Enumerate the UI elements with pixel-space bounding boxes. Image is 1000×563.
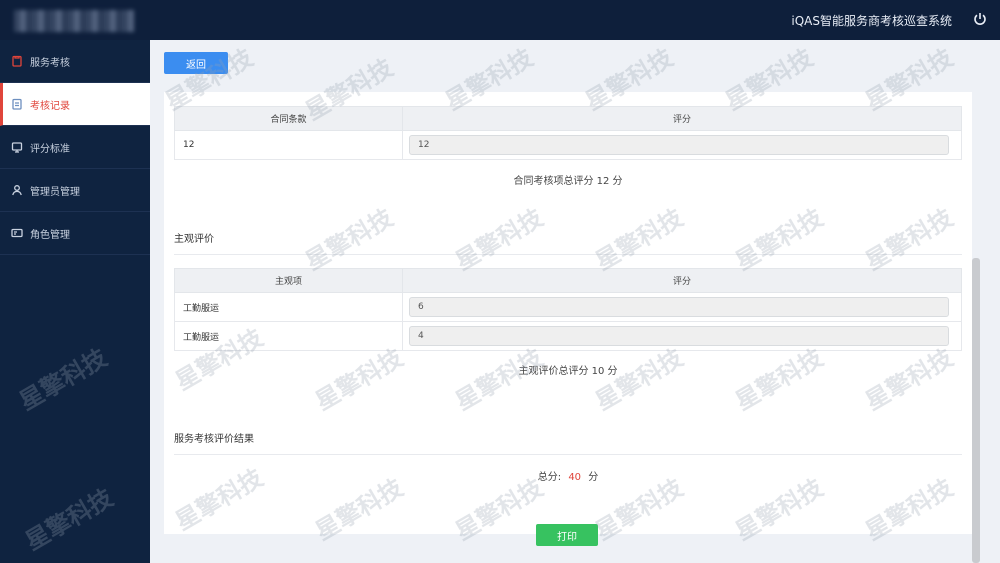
score-input[interactable]: 6 [409, 297, 949, 317]
document-icon [10, 97, 24, 111]
contract-summary: 合同考核项总评分 12 分 [513, 176, 623, 187]
column-header: 主观项 [174, 268, 403, 293]
table-header-row: 合同条款 评分 [174, 106, 962, 131]
table-row: 工勤服运 4 [174, 321, 962, 351]
total-score: 总分: 40 分 [164, 468, 972, 483]
score-input[interactable]: 12 [409, 135, 949, 155]
app-title: iQAS智能服务商考核巡查系统 [791, 14, 952, 28]
total-value: 40 [568, 472, 582, 483]
print-button[interactable]: 打印 [536, 524, 598, 546]
column-header: 合同条款 [174, 106, 403, 131]
sidebar-item-label: 考核记录 [30, 100, 70, 112]
section-title: 服务考核评价结果 [174, 434, 254, 445]
sidebar-item-role-management[interactable]: 角色管理 [0, 212, 150, 255]
clipboard-icon [10, 54, 24, 68]
main-content: 返回 合同条款 评分 12 12 合同考核项总评分 12 分 主观评价 主观项 … [150, 40, 1000, 563]
column-header: 评分 [402, 268, 962, 293]
sidebar-item-scoring-standard[interactable]: 评分标准 [0, 126, 150, 169]
divider [174, 454, 962, 455]
sidebar-item-admin-management[interactable]: 管理员管理 [0, 169, 150, 212]
monitor-icon [10, 140, 24, 154]
score-input[interactable]: 4 [409, 326, 949, 346]
blurred-logo [14, 10, 134, 32]
user-icon [10, 183, 24, 197]
sidebar-item-service-assessment[interactable]: 服务考核 [0, 40, 150, 83]
scrollbar-thumb[interactable] [972, 258, 980, 563]
sidebar-item-label: 角色管理 [30, 229, 70, 241]
contract-item: 12 [174, 130, 403, 160]
total-label: 总分: [537, 472, 562, 483]
divider [174, 254, 962, 255]
subjective-summary: 主观评价总评分 10 分 [518, 366, 618, 377]
result-card: 服务考核评价结果 总分: 40 分 [164, 406, 972, 534]
sidebar-item-label: 管理员管理 [30, 186, 80, 198]
power-icon[interactable] [972, 11, 988, 27]
subjective-item: 工勤服运 [174, 321, 403, 351]
table-row: 12 12 [174, 130, 962, 160]
top-bar: iQAS智能服务商考核巡查系统 [0, 0, 1000, 40]
table-header-row: 主观项 评分 [174, 268, 962, 293]
total-unit: 分 [588, 472, 599, 483]
subjective-table: 主观项 评分 工勤服运 6 工勤服运 4 [174, 268, 962, 351]
sidebar-item-label: 服务考核 [30, 57, 70, 69]
column-header: 评分 [402, 106, 962, 131]
sidebar-item-label: 评分标准 [30, 143, 70, 155]
back-button[interactable]: 返回 [164, 52, 228, 74]
subjective-item: 工勤服运 [174, 292, 403, 322]
contract-table: 合同条款 评分 12 12 [174, 106, 962, 160]
subjective-card: 主观评价 主观项 评分 工勤服运 6 工勤服运 4 主观评价总评分 10 分 [164, 216, 972, 428]
id-card-icon [10, 226, 24, 240]
table-row: 工勤服运 6 [174, 292, 962, 322]
section-title: 主观评价 [174, 234, 214, 245]
sidebar-item-assessment-records[interactable]: 考核记录 [0, 83, 150, 126]
sidebar: 服务考核 考核记录 评分标准 管理员管理 角色管理 [0, 40, 150, 563]
